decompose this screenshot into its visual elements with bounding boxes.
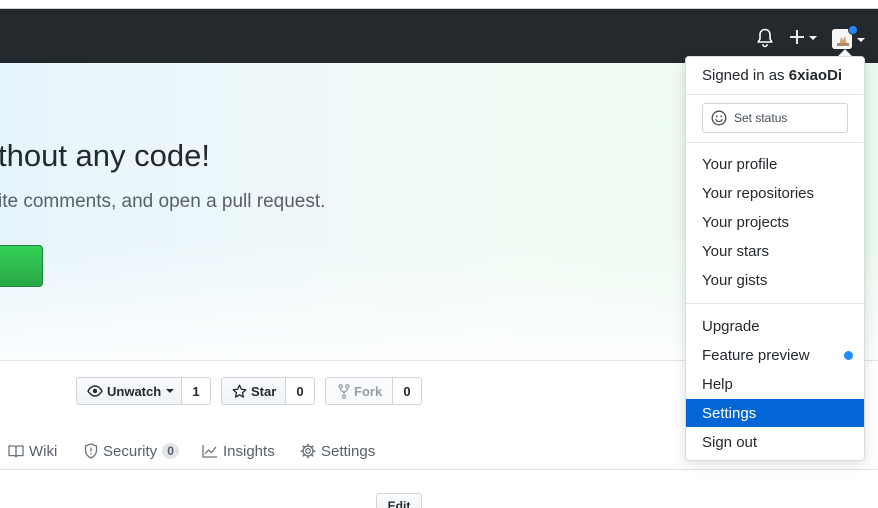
create-new-dropdown[interactable] bbox=[789, 27, 819, 47]
fork-icon bbox=[338, 383, 350, 399]
menu-item-label: Your repositories bbox=[702, 184, 815, 202]
unwatch-label: Unwatch bbox=[107, 383, 162, 399]
gear-icon bbox=[300, 443, 316, 459]
hero-title: thout any code! bbox=[0, 138, 210, 173]
menu-item-help[interactable]: Help bbox=[686, 370, 864, 398]
chevron-down-icon bbox=[809, 36, 817, 40]
menu-item-label: Your stars bbox=[702, 242, 769, 260]
smiley-icon bbox=[711, 110, 727, 126]
menu-item-your-profile[interactable]: Your profile bbox=[686, 150, 864, 178]
menu-item-label: Sign out bbox=[702, 433, 758, 451]
feature-preview-dot bbox=[844, 351, 853, 360]
star-label: Star bbox=[251, 383, 277, 399]
menu-item-label: Help bbox=[702, 375, 733, 393]
stargazers-count[interactable]: 0 bbox=[286, 377, 315, 405]
fork-label: Fork bbox=[354, 383, 383, 399]
menu-divider bbox=[686, 303, 864, 304]
star-button[interactable]: Star bbox=[221, 377, 286, 405]
hero-action-button[interactable] bbox=[0, 245, 43, 287]
menu-item-your-repositories[interactable]: Your repositories bbox=[686, 179, 864, 207]
shield-icon bbox=[84, 443, 98, 459]
signed-in-prefix: Signed in as bbox=[702, 67, 785, 84]
tab-insights[interactable]: Insights bbox=[202, 441, 275, 461]
book-icon bbox=[8, 445, 24, 458]
global-header bbox=[0, 9, 878, 63]
menu-item-your-stars[interactable]: Your stars bbox=[686, 237, 864, 265]
menu-item-upgrade[interactable]: Upgrade bbox=[686, 312, 864, 340]
tabs-divider bbox=[0, 469, 878, 470]
user-dropdown-menu: Signed in as 6xiaoDi Set status Your pro… bbox=[685, 56, 865, 461]
tab-label: Settings bbox=[321, 442, 376, 460]
menu-divider bbox=[686, 142, 864, 143]
menu-item-label: Upgrade bbox=[702, 317, 760, 335]
menu-item-label: Feature preview bbox=[702, 346, 810, 364]
security-counter: 0 bbox=[162, 443, 179, 459]
tab-label: Insights bbox=[223, 442, 275, 460]
menu-item-label: Your projects bbox=[702, 213, 789, 231]
unwatch-button[interactable]: Unwatch bbox=[76, 377, 182, 405]
tab-wiki[interactable]: Wiki bbox=[8, 441, 57, 461]
fork-button[interactable]: Fork bbox=[325, 377, 393, 405]
set-status-button[interactable]: Set status bbox=[702, 103, 848, 133]
menu-item-your-gists[interactable]: Your gists bbox=[686, 266, 864, 294]
menu-item-sign-out[interactable]: Sign out bbox=[686, 428, 864, 456]
tab-settings[interactable]: Settings bbox=[300, 441, 375, 461]
watchers-count[interactable]: 1 bbox=[182, 377, 211, 405]
forks-count[interactable]: 0 bbox=[393, 377, 422, 405]
menu-item-your-projects[interactable]: Your projects bbox=[686, 208, 864, 236]
chevron-down-icon bbox=[857, 38, 865, 42]
menu-item-label: Settings bbox=[702, 404, 757, 422]
username: 6xiaoDi bbox=[788, 67, 843, 84]
menu-item-label: Your profile bbox=[702, 155, 778, 173]
edit-button[interactable]: Edit bbox=[376, 493, 422, 508]
eye-icon bbox=[87, 385, 103, 397]
browser-top-strip bbox=[0, 0, 878, 9]
menu-divider bbox=[686, 94, 864, 95]
plus-icon bbox=[790, 30, 804, 44]
chevron-down-icon bbox=[166, 389, 175, 393]
tab-security[interactable]: Security 0 bbox=[84, 441, 179, 461]
tab-label: Security bbox=[103, 442, 158, 460]
github-repo-page: thout any code! ite comments, and open a… bbox=[0, 0, 878, 508]
bell-icon[interactable] bbox=[756, 28, 774, 48]
hero-subtitle: ite comments, and open a pull request. bbox=[0, 191, 326, 212]
graph-icon bbox=[202, 445, 217, 458]
user-menu-toggle[interactable] bbox=[832, 25, 868, 51]
signed-in-header: Signed in as 6xiaoDi bbox=[702, 67, 842, 84]
tab-label: Wiki bbox=[29, 442, 58, 460]
set-status-label: Set status bbox=[734, 111, 788, 125]
menu-item-label: Your gists bbox=[702, 271, 768, 289]
menu-item-feature-preview[interactable]: Feature preview bbox=[686, 341, 864, 369]
menu-item-settings[interactable]: Settings bbox=[686, 399, 864, 427]
notification-dot bbox=[848, 25, 858, 35]
star-icon bbox=[232, 384, 247, 398]
